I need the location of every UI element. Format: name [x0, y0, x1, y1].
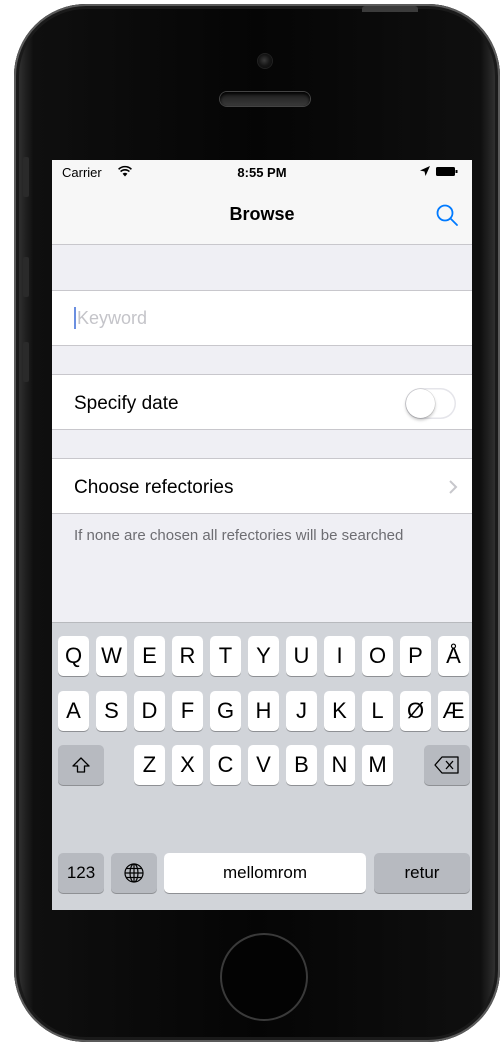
key-c[interactable]: C: [210, 745, 241, 785]
key-d[interactable]: D: [134, 691, 165, 731]
delete-key[interactable]: [424, 745, 470, 785]
key-æ[interactable]: Æ: [438, 691, 469, 731]
key-u[interactable]: U: [286, 636, 317, 676]
key-s[interactable]: S: [96, 691, 127, 731]
chevron-right-icon: [449, 480, 458, 494]
key-o[interactable]: O: [362, 636, 393, 676]
key-n[interactable]: N: [324, 745, 355, 785]
home-button[interactable]: [220, 933, 308, 1021]
key-t[interactable]: T: [210, 636, 241, 676]
keyword-cell: [52, 290, 472, 346]
key-y[interactable]: Y: [248, 636, 279, 676]
key-e[interactable]: E: [134, 636, 165, 676]
globe-icon: [124, 863, 144, 883]
shift-key[interactable]: [58, 745, 104, 785]
key-k[interactable]: K: [324, 691, 355, 731]
numbers-key[interactable]: 123: [58, 853, 104, 893]
key-l[interactable]: L: [362, 691, 393, 731]
key-z[interactable]: Z: [134, 745, 165, 785]
key-r[interactable]: R: [172, 636, 203, 676]
shift-icon: [72, 757, 90, 773]
navigation-bar: Browse: [52, 182, 472, 245]
text-cursor: [74, 307, 76, 329]
toggle-knob: [406, 389, 435, 418]
keyboard: QWERTYUIOPÅ ASDFGHJKLØÆ ZXCVBNM 123 mell…: [52, 622, 472, 910]
page-title: Browse: [229, 204, 295, 224]
search-icon[interactable]: [434, 202, 460, 228]
key-q[interactable]: Q: [58, 636, 89, 676]
clock: 8:55 PM: [237, 165, 287, 180]
screen: Carrier 8:55 PM Browse Specify date: [52, 160, 472, 910]
volume-down-button: [23, 342, 29, 382]
status-bar: Carrier 8:55 PM: [52, 160, 472, 182]
space-key[interactable]: mellomrom: [164, 853, 366, 893]
keyword-input[interactable]: [74, 303, 457, 333]
location-arrow-icon: [420, 166, 430, 176]
front-camera: [258, 54, 272, 68]
earpiece-speaker: [220, 92, 310, 106]
key-x[interactable]: X: [172, 745, 203, 785]
key-w[interactable]: W: [96, 636, 127, 676]
mute-switch: [23, 157, 29, 197]
key-b[interactable]: B: [286, 745, 317, 785]
volume-up-button: [23, 257, 29, 297]
specify-date-toggle[interactable]: [405, 388, 456, 419]
key-å[interactable]: Å: [438, 636, 469, 676]
delete-icon: [434, 756, 459, 774]
key-p[interactable]: P: [400, 636, 431, 676]
key-h[interactable]: H: [248, 691, 279, 731]
refectories-footnote: If none are chosen all refectories will …: [74, 527, 404, 544]
choose-refectories-label: Choose refectories: [74, 477, 234, 498]
key-m[interactable]: M: [362, 745, 393, 785]
key-g[interactable]: G: [210, 691, 241, 731]
choose-refectories-cell[interactable]: Choose refectories: [52, 458, 472, 514]
key-ø[interactable]: Ø: [400, 691, 431, 731]
return-key[interactable]: retur: [374, 853, 470, 893]
battery-icon: [436, 167, 458, 176]
key-f[interactable]: F: [172, 691, 203, 731]
power-button: [362, 6, 418, 12]
specify-date-label: Specify date: [74, 393, 179, 414]
key-j[interactable]: J: [286, 691, 317, 731]
key-i[interactable]: I: [324, 636, 355, 676]
key-a[interactable]: A: [58, 691, 89, 731]
globe-key[interactable]: [111, 853, 157, 893]
key-v[interactable]: V: [248, 745, 279, 785]
specify-date-cell: Specify date: [52, 374, 472, 430]
